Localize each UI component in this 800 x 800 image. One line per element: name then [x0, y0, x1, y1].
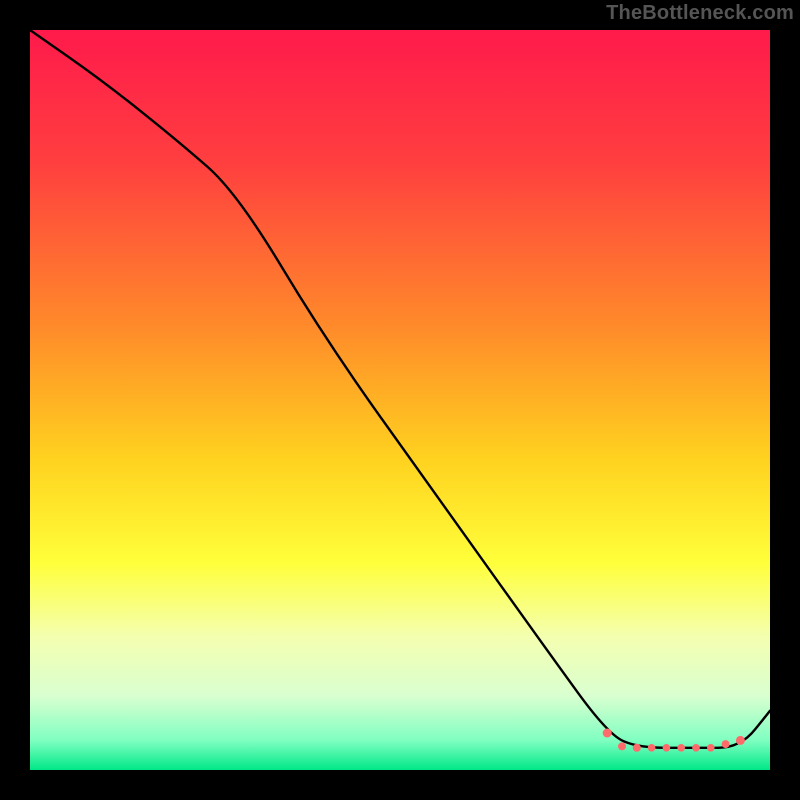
chart-frame: TheBottleneck.com	[0, 0, 800, 800]
marker-dot	[618, 742, 626, 750]
marker-dot	[722, 740, 730, 748]
marker-dot	[648, 744, 656, 752]
marker-dot	[633, 744, 641, 752]
plot-area	[30, 30, 770, 770]
watermark-text: TheBottleneck.com	[606, 2, 794, 25]
marker-dot	[603, 729, 612, 738]
gradient-background	[30, 30, 770, 770]
marker-dot	[677, 744, 685, 752]
marker-dot	[663, 744, 671, 752]
marker-dot	[692, 744, 700, 752]
marker-dot	[707, 744, 715, 752]
marker-dot	[736, 736, 745, 745]
chart-svg	[30, 30, 770, 770]
